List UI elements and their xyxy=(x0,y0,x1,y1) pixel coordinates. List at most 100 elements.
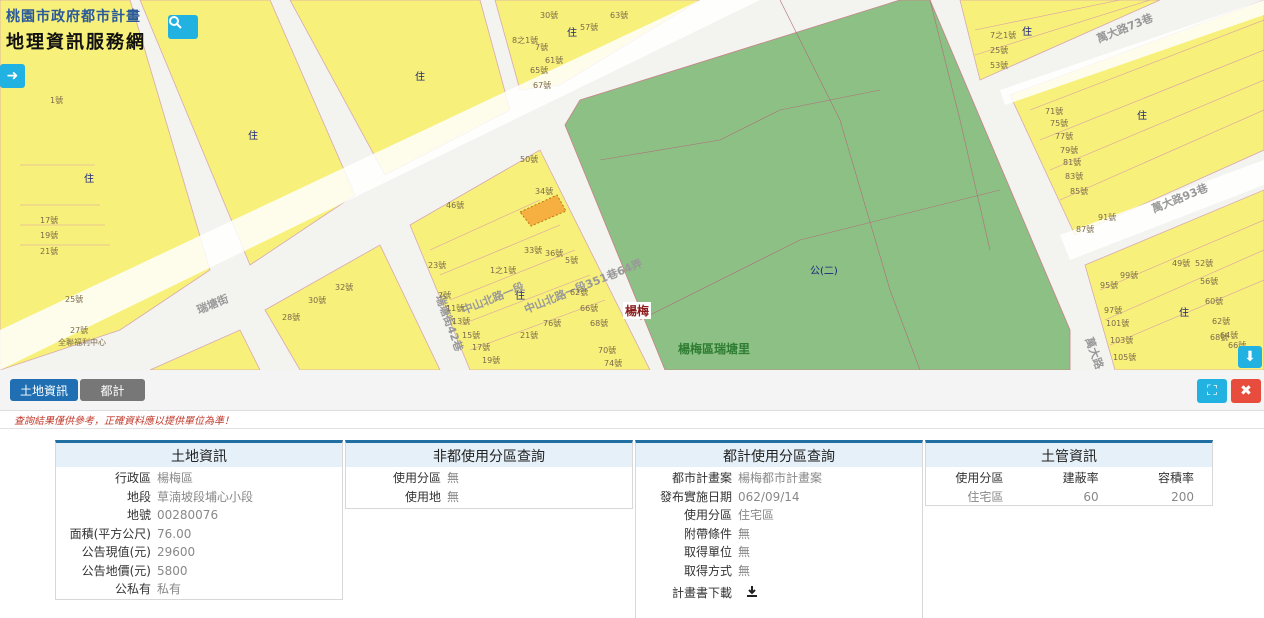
house-number-label: 68號 xyxy=(590,319,609,328)
card-non-urban-zone: 非都使用分區查詢 使用分區無使用地無 xyxy=(345,440,633,509)
card-land-info: 土地資訊 行政區 楊梅區 地段 草湳坡段埔心小段 地號 00280076 面積(平方公尺) 7… xyxy=(55,440,343,600)
arrow-right-icon: ➜ xyxy=(6,68,19,84)
info-row: 都市計畫案 楊梅都市計畫案 xyxy=(636,469,922,488)
house-number-label: 30號 xyxy=(540,11,559,20)
house-number-label: 27號 xyxy=(70,326,89,335)
house-number-label: 21號 xyxy=(520,331,539,340)
column-header: 使用分區 xyxy=(955,471,1004,485)
cell-value: 60 xyxy=(1083,490,1099,504)
plan-download-label: 計畫書下載 xyxy=(671,586,732,600)
info-value: 楊梅都市計畫案 xyxy=(738,471,823,485)
residential-block xyxy=(264,244,441,370)
arrow-down-icon: ⬇ xyxy=(1244,349,1256,365)
info-value: 楊梅區 xyxy=(157,471,194,485)
info-value: 無 xyxy=(447,471,460,485)
info-row: 使用分區 住宅區 xyxy=(636,506,922,525)
house-number-label: 17號 xyxy=(472,343,491,352)
expand-button[interactable]: ⛶ xyxy=(1197,379,1227,403)
house-number-label: 1之1號 xyxy=(490,266,517,275)
house-number-label: 33號 xyxy=(524,246,543,255)
road-label: 楊梅 xyxy=(623,302,652,319)
zone-label: 住 xyxy=(84,174,94,185)
tab-land-info[interactable]: 土地資訊 xyxy=(10,379,79,401)
house-number-label: 17號 xyxy=(40,216,59,225)
house-number-label: 53號 xyxy=(990,61,1009,70)
house-number-label: 105號 xyxy=(1113,353,1137,362)
house-number-label: 60號 xyxy=(1205,297,1224,306)
cell-value: 200 xyxy=(1171,490,1194,504)
info-key: 都市計畫案 xyxy=(671,471,732,485)
info-row: 使用分區無 xyxy=(346,469,632,488)
house-number-label: 81號 xyxy=(1063,158,1082,167)
info-key: 使用分區 xyxy=(683,508,732,522)
house-number-label: 5號 xyxy=(565,256,579,265)
info-value: 062/09/14 xyxy=(738,489,800,504)
house-number-label: 13號 xyxy=(452,317,471,326)
disclaimer-text: 查詢結果僅供參考，正確資料應以提供單位為準！ xyxy=(14,416,234,427)
house-number-label: 25號 xyxy=(990,46,1009,55)
info-row: 附帶條件無 xyxy=(636,525,922,544)
house-number-label: 30號 xyxy=(308,296,327,305)
house-number-label: 21號 xyxy=(40,247,59,256)
house-number-label: 1號 xyxy=(50,96,64,105)
house-number-label: 11號 xyxy=(446,304,465,313)
zone-label: 住 xyxy=(248,131,258,142)
collapse-panel-button[interactable]: ⬇ xyxy=(1238,346,1262,368)
house-number-label: 99號 xyxy=(1120,271,1139,280)
close-icon: ✖ xyxy=(1240,383,1252,399)
info-key: 公告現值(元) xyxy=(81,545,151,559)
info-value: 無 xyxy=(738,563,751,578)
info-key: 地號 xyxy=(126,508,151,522)
house-number-label: 32號 xyxy=(335,283,354,292)
info-row: 地段 草湳坡段埔心小段 xyxy=(56,488,342,507)
cell-value: 住宅區 xyxy=(967,490,1004,504)
house-number-label: 85號 xyxy=(1070,187,1089,196)
house-number-label: 77號 xyxy=(1055,132,1074,141)
house-number-label: 19號 xyxy=(482,356,501,365)
info-value: 29600 xyxy=(157,545,196,559)
house-number-label: 7號 xyxy=(535,43,549,52)
info-key: 取得方式 xyxy=(683,563,732,578)
house-number-label: 83號 xyxy=(1065,172,1084,181)
info-value: 住宅區 xyxy=(738,508,775,522)
house-number-label: 68號 xyxy=(1210,333,1229,342)
house-number-label: 28號 xyxy=(282,313,301,322)
download-icon xyxy=(746,586,758,600)
residential-block xyxy=(149,329,261,370)
house-number-label: 63號 xyxy=(610,11,629,20)
tab-urban-plan[interactable]: 都計 xyxy=(80,379,145,401)
site-title-line1: 桃園市政府都市計畫 xyxy=(6,9,141,25)
zone-label: 住 xyxy=(567,28,577,39)
house-number-label: 50號 xyxy=(520,155,539,164)
house-number-label: 34號 xyxy=(535,187,554,196)
info-key: 公私有 xyxy=(114,582,151,596)
house-number-label: 87號 xyxy=(1076,225,1095,234)
card-urban-zone: 都計使用分區查詢 都市計畫案 楊梅都市計畫案 發布實施日期 062/09/14 使用分區… xyxy=(635,440,923,618)
info-row: 發布實施日期 062/09/14 xyxy=(636,488,922,507)
house-number-label: 70號 xyxy=(598,346,617,355)
close-button[interactable]: ✖ xyxy=(1231,379,1261,403)
info-row: 取得方式無 xyxy=(636,562,922,581)
column-header: 建蔽率 xyxy=(1062,471,1099,485)
house-number-label: 62號 xyxy=(570,288,589,297)
house-number-label: 7之1號 xyxy=(990,31,1017,40)
info-value: 76.00 xyxy=(157,526,192,541)
expand-icon: ⛶ xyxy=(1207,383,1217,399)
info-row: 公私有 私有 xyxy=(56,580,342,599)
house-number-label: 19號 xyxy=(40,231,59,240)
plan-download-button[interactable] xyxy=(738,584,758,603)
house-number-label: 79號 xyxy=(1060,146,1079,155)
info-value: 5800 xyxy=(157,563,188,578)
info-value: 無 xyxy=(447,489,460,504)
expand-panel-button[interactable]: ➜ xyxy=(0,64,25,88)
info-row: 使用地無 xyxy=(346,488,632,507)
card-urban-title: 都計使用分區查詢 xyxy=(636,443,922,467)
search-button[interactable] xyxy=(168,15,198,39)
site-title: 桃園市政府都市計畫 地理資訊服務網 xyxy=(6,6,146,54)
house-number-label: 46號 xyxy=(446,201,465,210)
info-row: 公告地價(元) 5800 xyxy=(56,562,342,581)
info-key: 公告地價(元) xyxy=(81,563,151,578)
site-title-line2: 地理資訊服務網 xyxy=(6,32,146,53)
house-number-label: 36號 xyxy=(545,249,564,258)
map-view[interactable]: 住住住住住住住住公(二) 楊梅 楊梅區瑞塘里 中山北路一段 中山北路一段351巷64弄瑞… xyxy=(0,0,1264,370)
